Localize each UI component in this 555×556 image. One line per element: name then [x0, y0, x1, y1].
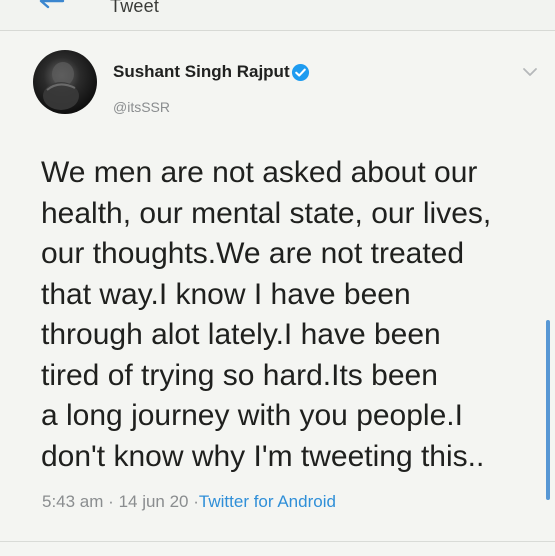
tweet-source-link[interactable]: Twitter for Android: [199, 492, 336, 511]
tweet-text-line: a long journey with you people.I: [41, 399, 463, 432]
tweet-time: 5:43 am: [42, 492, 104, 511]
tweet-text-line: We men are not asked about our: [41, 156, 478, 189]
page-title: Tweet: [110, 0, 160, 16]
tweet-text-line: our thoughts.We are not treated: [41, 237, 465, 270]
chevron-down-icon[interactable]: [522, 67, 538, 77]
tweet-text-line: tired of trying so hard.Its been: [41, 358, 438, 392]
tweet-text-line: through alot lately.I have been: [41, 318, 441, 351]
tweet-text-line: don't know why I'm tweeting this..: [41, 439, 485, 473]
scrollbar[interactable]: [546, 320, 550, 500]
separator: ·: [108, 492, 119, 511]
tweet-text-line: health, our mental state, our lives,: [41, 196, 492, 230]
tweet-date: 14 jun 20: [118, 492, 189, 511]
app-header: Tweet: [0, 0, 555, 31]
author-handle[interactable]: @itsSSR: [113, 99, 170, 115]
tweet-meta: 5:43 am · 14 jun 20 ·Twitter for Android: [42, 492, 336, 512]
tweet-text-line: that way.I know I have been: [41, 277, 411, 311]
divider: [0, 541, 555, 542]
arrow-left-icon[interactable]: [36, 0, 66, 15]
tweet-body: We men are not asked about our health, o…: [41, 153, 541, 477]
avatar[interactable]: [33, 50, 97, 114]
verified-badge-icon: [291, 63, 310, 82]
author-name[interactable]: Sushant Singh Rajput: [113, 62, 290, 82]
